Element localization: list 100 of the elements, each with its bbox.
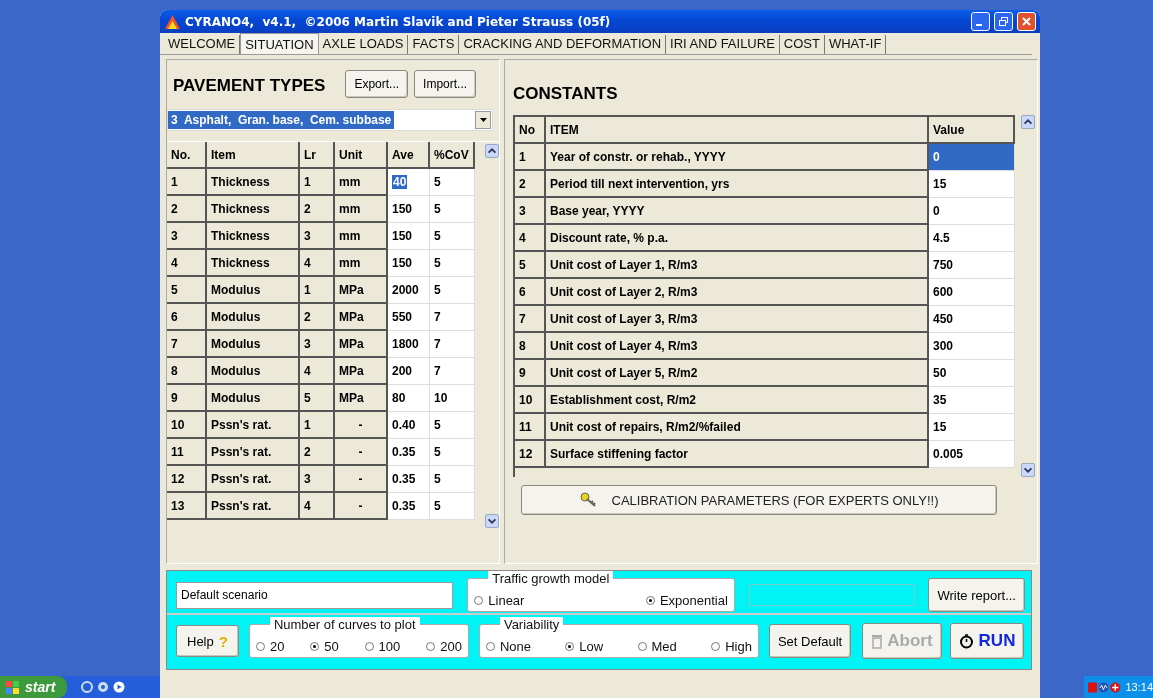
column-header: Lr bbox=[300, 142, 335, 169]
table-cell: 1 bbox=[300, 277, 335, 304]
radio-option[interactable]: 200 bbox=[426, 639, 462, 654]
table-cell[interactable]: 450 bbox=[929, 306, 1015, 333]
table-cell: 5 bbox=[300, 385, 335, 412]
tab[interactable]: FACTS bbox=[408, 35, 460, 54]
radio-option[interactable]: None bbox=[485, 639, 531, 654]
column-header: Ave bbox=[388, 142, 430, 169]
table-cell: 9 bbox=[167, 385, 207, 412]
toolbar-button[interactable]: Import... bbox=[414, 70, 477, 98]
table-cell: - bbox=[335, 439, 388, 466]
toolbar-button[interactable]: Export... bbox=[345, 70, 409, 98]
table-cell[interactable]: 10 bbox=[434, 391, 448, 405]
table-cell[interactable]: 5 bbox=[434, 202, 441, 216]
scroll-down-icon[interactable] bbox=[485, 514, 499, 528]
table-cell[interactable]: 300 bbox=[929, 333, 1015, 360]
scroll-down-icon[interactable] bbox=[1021, 463, 1035, 477]
table-cell[interactable]: 0.005 bbox=[929, 441, 1015, 468]
radio-option[interactable]: Linear bbox=[474, 593, 525, 608]
section-heading: PAVEMENT TYPES bbox=[173, 76, 326, 97]
table-cell[interactable]: 15 bbox=[929, 171, 1015, 198]
table-cell[interactable]: 5 bbox=[434, 472, 441, 486]
scroll-up-icon[interactable] bbox=[1021, 115, 1035, 129]
tab[interactable]: SITUATION bbox=[240, 33, 319, 54]
radio-option[interactable]: 20 bbox=[255, 639, 285, 654]
table-cell[interactable]: 40 bbox=[392, 175, 408, 189]
table-cell[interactable]: 5 bbox=[434, 499, 441, 513]
table-cell: 6 bbox=[167, 304, 207, 331]
tab[interactable]: COST bbox=[779, 35, 825, 54]
scroll-up-icon[interactable] bbox=[485, 144, 499, 158]
minimize-button[interactable] bbox=[971, 12, 990, 31]
tab[interactable]: WHAT-IF bbox=[824, 35, 887, 54]
radio-option[interactable]: High bbox=[711, 639, 752, 654]
table-cell[interactable]: 5 bbox=[434, 229, 441, 243]
write-report-button[interactable]: Write report... bbox=[928, 578, 1025, 612]
play-icon[interactable] bbox=[113, 681, 126, 693]
table-cell: Pssn's rat. bbox=[207, 466, 300, 493]
table-cell: Year of constr. or rehab., YYYY bbox=[546, 144, 929, 171]
set-default-button[interactable]: Set Default bbox=[768, 624, 852, 658]
table-cell: MPa bbox=[335, 385, 388, 412]
pavement-type-dropdown[interactable]: 3 Asphalt, Gran. base, Cem. subbase bbox=[167, 109, 493, 131]
radio-option[interactable]: Low bbox=[565, 639, 604, 654]
tray-icons-drawing[interactable] bbox=[1088, 680, 1123, 694]
table-cell[interactable]: 5 bbox=[434, 175, 441, 189]
column-header: No. bbox=[167, 142, 207, 169]
close-button[interactable] bbox=[1017, 12, 1036, 31]
help-button[interactable]: Help ? bbox=[176, 625, 239, 657]
minimize-icon bbox=[976, 23, 982, 26]
key-icon bbox=[579, 492, 598, 508]
table-cell: 2 bbox=[167, 196, 207, 223]
table-cell: MPa bbox=[335, 304, 388, 331]
start-button[interactable]: start bbox=[0, 676, 68, 698]
section-heading: CONSTANTS bbox=[513, 84, 618, 104]
table-cell[interactable]: 5 bbox=[434, 283, 441, 297]
table-cell[interactable]: 35 bbox=[929, 387, 1015, 414]
run-button[interactable]: RUN bbox=[949, 623, 1025, 659]
table-cell: 8 bbox=[167, 358, 207, 385]
table-cell[interactable]: 50 bbox=[929, 360, 1015, 387]
table-cell: 3 bbox=[300, 331, 335, 358]
media-icon[interactable] bbox=[97, 681, 110, 693]
maximize-button[interactable] bbox=[994, 12, 1013, 31]
tab[interactable]: IRI AND FAILURE bbox=[666, 35, 780, 54]
tab[interactable]: AXLE LOADS bbox=[318, 35, 409, 54]
table-cell: Unit cost of Layer 2, R/m3 bbox=[546, 279, 929, 306]
table-cell[interactable]: 750 bbox=[929, 252, 1015, 279]
table-cell: 3 bbox=[300, 223, 335, 250]
table-cell[interactable]: 15 bbox=[929, 414, 1015, 441]
table-cell: Surface stiffening factor bbox=[546, 441, 929, 468]
column-header: ITEM bbox=[546, 117, 929, 144]
restore-icon bbox=[998, 16, 1009, 27]
calibration-button[interactable]: CALIBRATION PARAMETERS (FOR EXPERTS ONLY!!) bbox=[521, 485, 997, 515]
table-cell: Pssn's rat. bbox=[207, 439, 300, 466]
table-cell[interactable]: 7 bbox=[434, 310, 441, 324]
table-cell: 4 bbox=[167, 250, 207, 277]
table-cell: 13 bbox=[167, 493, 207, 520]
table-cell[interactable]: 0 bbox=[929, 144, 1015, 171]
radio-option[interactable]: Exponential bbox=[645, 593, 728, 608]
table-cell: 3 bbox=[515, 198, 546, 225]
table-cell[interactable]: 5 bbox=[434, 256, 441, 270]
scenario-field[interactable]: Default scenario bbox=[176, 581, 454, 609]
table-cell[interactable]: 5 bbox=[434, 445, 441, 459]
scrollbar[interactable] bbox=[485, 144, 499, 528]
table-cell[interactable]: 600 bbox=[929, 279, 1015, 306]
browser-icon[interactable] bbox=[81, 681, 94, 693]
table-cell: Modulus bbox=[207, 304, 300, 331]
table-cell[interactable]: 5 bbox=[434, 418, 441, 432]
tab[interactable]: CRACKING AND DEFORMATION bbox=[459, 35, 667, 54]
table-cell[interactable]: 4.5 bbox=[929, 225, 1015, 252]
table-cell[interactable]: 0 bbox=[929, 198, 1015, 225]
table-cell: 2 bbox=[300, 439, 335, 466]
scrollbar[interactable] bbox=[1021, 115, 1037, 477]
column-header: Value bbox=[929, 117, 1015, 144]
table-cell[interactable]: 7 bbox=[434, 337, 441, 351]
radio-option[interactable]: Med bbox=[637, 639, 677, 654]
table-cell: 4 bbox=[300, 493, 335, 520]
table-cell[interactable]: 7 bbox=[434, 364, 441, 378]
table-cell[interactable]: 80 bbox=[392, 391, 406, 405]
radio-option[interactable]: 50 bbox=[310, 639, 339, 654]
radio-option[interactable]: 100 bbox=[364, 639, 401, 654]
table-cell: 1 bbox=[515, 144, 546, 171]
